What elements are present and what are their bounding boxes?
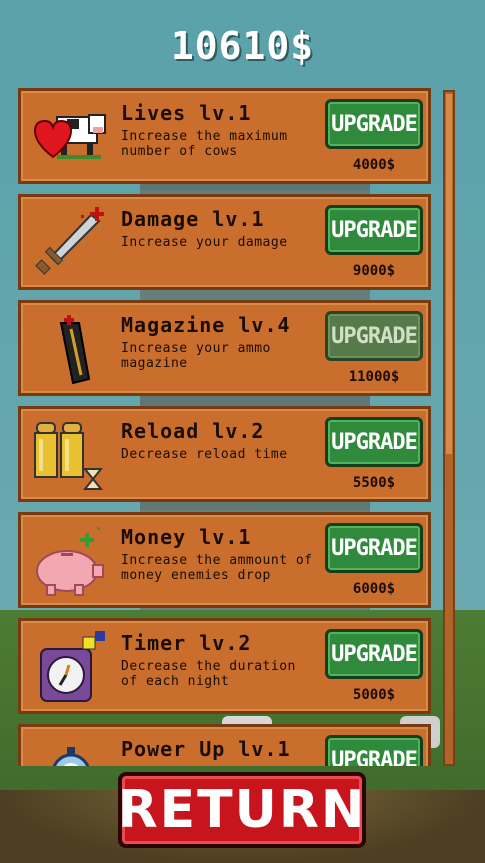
upgrade-list[interactable]: Lives lv.1 Increase the maximum number o… [18, 88, 433, 766]
upgrade-lives-button[interactable]: UPGRADE [325, 99, 423, 149]
cow-heart-icon [27, 97, 111, 177]
upgrade-timer-button[interactable]: UPGRADE [325, 629, 423, 679]
upgrade-title: Lives lv.1 [121, 101, 252, 125]
return-button[interactable]: RETURN [118, 772, 366, 848]
piggy-bank-icon [27, 521, 111, 601]
magazine-icon [27, 309, 111, 389]
upgrade-card-power-up: Power Up lv.1 UPGRADE [18, 724, 431, 766]
sword-icon [27, 203, 111, 283]
upgrade-money-button[interactable]: UPGRADE [325, 523, 423, 573]
upgrade-price: 9000$ [352, 263, 396, 279]
bullets-hourglass-icon [27, 415, 111, 495]
upgrade-card-timer: Timer lv.2 Decrease the duration of each… [18, 618, 431, 714]
upgrade-card-damage: Damage lv.1 Increase your damage UPGRADE… [18, 194, 431, 290]
upgrade-price: 6000$ [352, 581, 396, 597]
upgrade-description: Increase your ammo magazine [121, 341, 271, 371]
upgrade-damage-button[interactable]: UPGRADE [325, 205, 423, 255]
upgrade-price: 4000$ [352, 157, 396, 173]
upgrade-title: Reload lv.2 [121, 419, 265, 443]
upgrade-title: Magazine lv.4 [121, 313, 291, 337]
upgrade-title: Timer lv.2 [121, 631, 252, 655]
upgrade-description: Increase your damage [121, 235, 288, 250]
upgrade-card-money: Money lv.1 Increase the ammount of money… [18, 512, 431, 608]
upgrade-power-up-button[interactable]: UPGRADE [325, 735, 423, 766]
upgrade-price: 5000$ [352, 687, 396, 703]
money-counter: 10610$ [170, 24, 315, 68]
upgrade-card-lives: Lives lv.1 Increase the maximum number o… [18, 88, 431, 184]
upgrade-title: Damage lv.1 [121, 207, 265, 231]
upgrade-price: 11000$ [348, 369, 400, 385]
upgrade-description: Increase the maximum number of cows [121, 129, 288, 159]
scrollbar[interactable] [443, 90, 455, 766]
upgrade-card-reload: Reload lv.2 Decrease reload time UPGRADE… [18, 406, 431, 502]
upgrade-reload-button[interactable]: UPGRADE [325, 417, 423, 467]
upgrade-title: Power Up lv.1 [121, 737, 291, 761]
upgrade-description: Decrease reload time [121, 447, 288, 462]
stopwatch-icon [27, 733, 111, 766]
upgrade-card-magazine: Magazine lv.4 Increase your ammo magazin… [18, 300, 431, 396]
upgrade-title: Money lv.1 [121, 525, 252, 549]
upgrade-price: 5500$ [352, 475, 396, 491]
clock-icon [27, 627, 111, 707]
upgrade-magazine-button[interactable]: UPGRADE [325, 311, 423, 361]
scrollbar-thumb[interactable] [446, 94, 452, 454]
upgrade-description: Decrease the duration of each night [121, 659, 296, 689]
upgrade-description: Increase the ammount of money enemies dr… [121, 553, 313, 583]
